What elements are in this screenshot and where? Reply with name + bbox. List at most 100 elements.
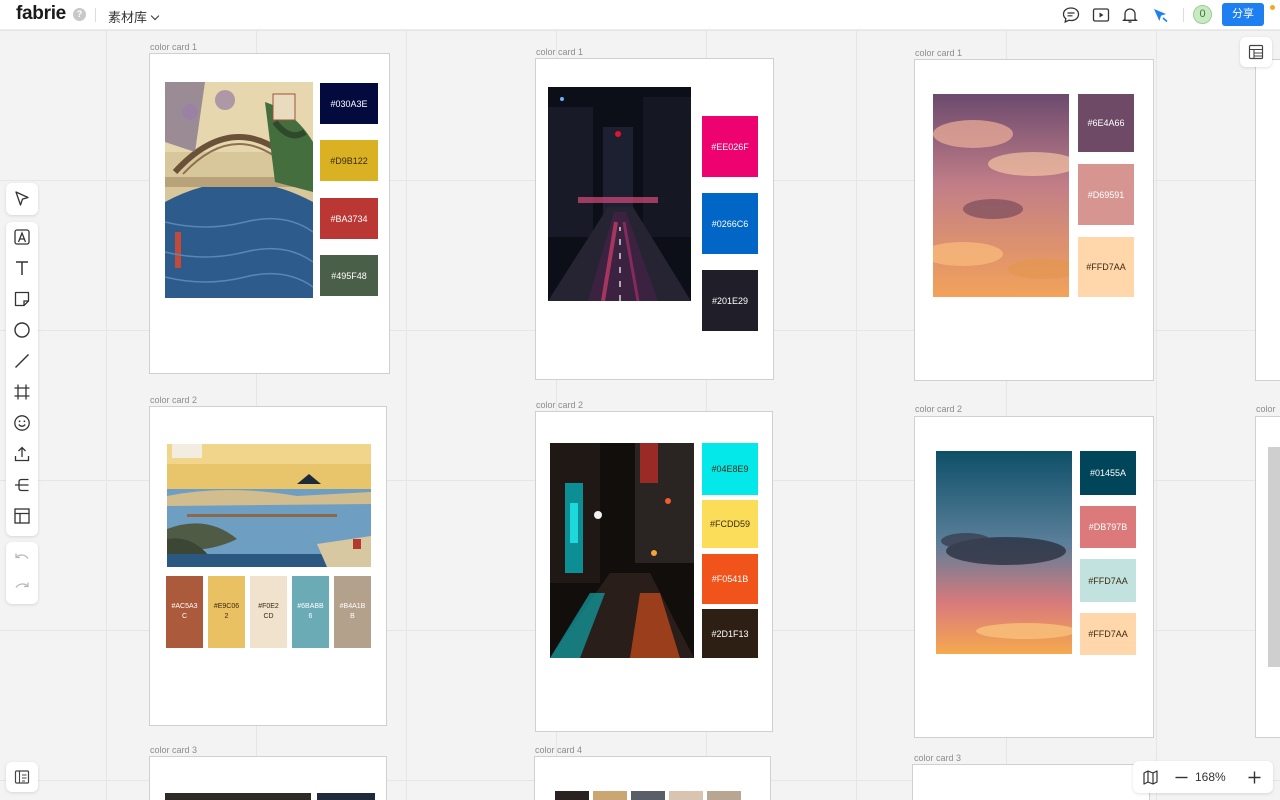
color-card-frame[interactable]	[534, 756, 771, 800]
color-card-frame[interactable]: #EE026F #0266C6 #201E29	[535, 58, 774, 380]
font-frame-tool[interactable]	[12, 227, 32, 247]
present-icon[interactable]	[1091, 5, 1111, 25]
color-swatch[interactable]: #01455A	[1080, 451, 1136, 495]
line-tool[interactable]	[12, 351, 32, 371]
comment-icon[interactable]	[1061, 5, 1081, 25]
color-swatch[interactable]	[317, 793, 375, 800]
color-swatch[interactable]: #2D1F13	[702, 609, 758, 658]
library-label: 素材库	[108, 10, 148, 25]
zoom-control: 168%	[1133, 761, 1273, 793]
artwork-image[interactable]	[167, 444, 371, 567]
color-swatch[interactable]: #AC5A3 C	[166, 576, 203, 648]
whiteboard-canvas[interactable]: color card 1 #030A3E #D9B122 #BA3734 #49…	[0, 30, 1280, 800]
color-swatch[interactable]: #D69591	[1078, 164, 1134, 225]
city-night-photo[interactable]	[550, 443, 694, 658]
thumbnail-image[interactable]	[593, 791, 627, 800]
help-icon[interactable]: ?	[73, 8, 86, 21]
redo-button[interactable]	[12, 577, 32, 597]
text-icon	[16, 261, 28, 275]
color-swatch[interactable]: #04E8E9	[702, 443, 758, 495]
thumbnail-image[interactable]	[707, 791, 741, 800]
color-swatch[interactable]: #BA3734	[320, 198, 378, 239]
color-swatch[interactable]: #D9B122	[320, 140, 378, 181]
color-swatch[interactable]: #FFD7AA	[1078, 237, 1134, 297]
artwork-image[interactable]	[165, 793, 311, 800]
color-swatch[interactable]: #030A3E	[320, 83, 378, 124]
toolbar-group-select	[6, 183, 38, 215]
frame-label[interactable]: color card 3	[150, 745, 197, 755]
color-card-frame[interactable]: #030A3E #D9B122 #BA3734 #495F48	[149, 53, 390, 374]
color-swatch[interactable]: #201E29	[702, 270, 758, 331]
emoji-tool[interactable]	[12, 413, 32, 433]
frame-label[interactable]: color card 2	[536, 400, 583, 410]
color-swatch[interactable]: #F0E2 CD	[250, 576, 287, 648]
bell-icon[interactable]	[1120, 5, 1140, 25]
color-swatch[interactable]: #B4A1B B	[334, 576, 371, 648]
color-card-frame[interactable]	[912, 764, 1150, 800]
frame-label[interactable]: color card 1	[536, 47, 583, 57]
frame-label[interactable]: color card 2	[150, 395, 197, 405]
text-tool[interactable]	[12, 258, 32, 278]
color-card-frame[interactable]: #01455A #DB797B #FFD7AA #FFD7AA	[914, 416, 1154, 738]
font-frame-icon	[14, 229, 30, 245]
avatar[interactable]: 0	[1193, 5, 1212, 24]
color-swatch[interactable]: #F0541B	[702, 554, 758, 604]
template-tool[interactable]	[12, 506, 32, 526]
color-swatch[interactable]: #6E4A66	[1078, 94, 1134, 152]
frame-label[interactable]: color card 1	[915, 48, 962, 58]
color-card-frame[interactable]	[1255, 416, 1280, 738]
mindmap-tool[interactable]	[12, 475, 32, 495]
map-icon[interactable]	[1142, 769, 1159, 786]
top-bar: fabrie ? 素材库 0 分享	[0, 0, 1280, 30]
sky-photo[interactable]	[1268, 447, 1280, 667]
sticky-note-tool[interactable]	[12, 289, 32, 309]
color-swatch[interactable]: #6BABB 6	[292, 576, 329, 648]
library-dropdown[interactable]: 素材库	[108, 7, 160, 26]
select-tool[interactable]	[12, 189, 32, 209]
mindmap-icon	[15, 478, 29, 492]
frame-label[interactable]: color card 4	[535, 745, 582, 755]
app-logo[interactable]: fabrie	[16, 3, 66, 25]
color-card-frame[interactable]: #AC5A3 C #E9C06 2 #F0E2 CD #6BABB 6 #B4A1B B	[149, 406, 387, 726]
zoom-in-icon[interactable]	[1247, 770, 1262, 785]
color-card-frame[interactable]: #04E8E9 #FCDD59 #F0541B #2D1F13	[535, 411, 773, 732]
cursor-follow-icon[interactable]	[1150, 5, 1170, 25]
color-swatch[interactable]: #EE026F	[702, 116, 758, 177]
frame-label[interactable]: color card 1	[150, 42, 197, 52]
share-button[interactable]: 分享	[1222, 3, 1264, 26]
shape-tool[interactable]	[12, 320, 32, 340]
zoom-level[interactable]: 168%	[1195, 770, 1226, 784]
frame-label[interactable]: color card 3	[914, 753, 961, 763]
frame-label[interactable]: color card 2	[915, 404, 962, 414]
circle-icon	[14, 322, 30, 338]
notification-dot	[1270, 5, 1275, 10]
select-arrow-icon	[15, 191, 29, 206]
color-card-frame[interactable]: #6E4A66 #D69591 #FFD7AA	[914, 59, 1154, 381]
toolbar-group-create	[6, 222, 38, 536]
upload-tool[interactable]	[12, 444, 32, 464]
frame-tool[interactable]	[12, 382, 32, 402]
chevron-down-icon	[150, 11, 160, 21]
color-swatch[interactable]: #DB797B	[1080, 506, 1136, 548]
color-swatch[interactable]: #FFD7AA	[1080, 559, 1136, 602]
color-card-frame[interactable]	[1255, 59, 1280, 381]
thumbnail-image[interactable]	[555, 791, 589, 800]
artwork-image[interactable]	[165, 82, 313, 298]
color-swatch[interactable]: #495F48	[320, 255, 378, 296]
zoom-out-icon[interactable]	[1174, 770, 1189, 785]
undo-button[interactable]	[12, 548, 32, 568]
sky-photo[interactable]	[936, 451, 1072, 654]
sidebar-toggle-button[interactable]	[6, 762, 38, 792]
color-swatch[interactable]: #E9C06 2	[208, 576, 245, 648]
color-swatch[interactable]: #FCDD59	[702, 500, 758, 548]
sticky-note-icon	[14, 291, 30, 307]
color-swatch[interactable]: #FFD7AA	[1080, 613, 1136, 655]
dusk-sky-illustration	[936, 451, 1072, 654]
city-night-photo[interactable]	[548, 87, 691, 301]
thumbnail-image[interactable]	[669, 791, 703, 800]
color-swatch[interactable]: #0266C6	[702, 193, 758, 254]
color-card-frame[interactable]	[149, 756, 387, 800]
sky-photo[interactable]	[933, 94, 1069, 297]
layout-panel-button[interactable]	[1240, 37, 1272, 67]
thumbnail-image[interactable]	[631, 791, 665, 800]
